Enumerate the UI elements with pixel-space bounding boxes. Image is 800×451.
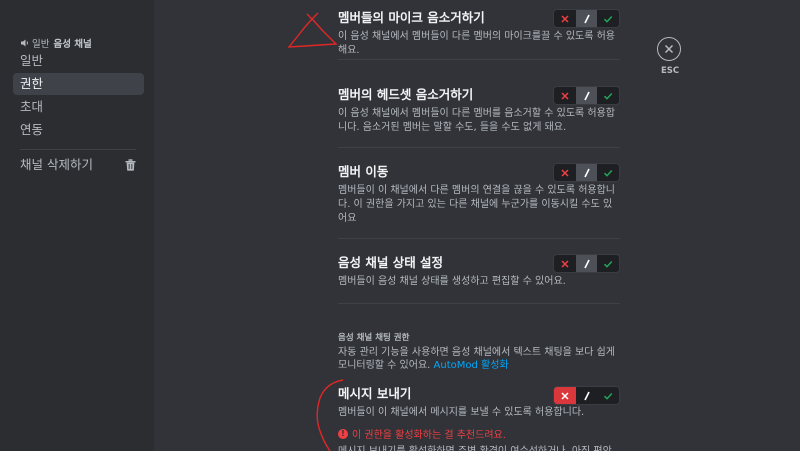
x-icon (561, 391, 569, 400)
x-icon (561, 259, 569, 268)
check-icon (604, 169, 613, 177)
allow-button[interactable] (597, 255, 619, 272)
permission-extra-description: 메시지 보내기를 활성화하면 주변 환경이 여수선하거나, 아직 편안 (338, 442, 620, 451)
neutral-button[interactable] (575, 10, 598, 27)
automod-link[interactable]: AutoMod 활성화 (434, 360, 509, 371)
close-button[interactable] (657, 37, 681, 61)
trash-icon (125, 159, 136, 171)
neutral-button[interactable] (575, 164, 598, 181)
section-header: 음성 채널 채팅 권한 (338, 333, 410, 343)
sidebar-item-integrations[interactable]: 연동 (13, 119, 144, 141)
check-icon (604, 92, 613, 100)
close-icon (664, 44, 674, 54)
permission-description: 이 음성 채널에서 멤버들이 다른 멤버의 마이크를끌 수 있도록 허용해요. (338, 31, 616, 56)
x-icon (561, 91, 569, 100)
row-divider (338, 147, 620, 148)
permission-description: 멤버들이 이 채널에서 다른 멤버의 연결을 끊을 수 있도록 허용합니다. 이… (338, 185, 616, 224)
allow-button[interactable] (597, 387, 619, 404)
allow-button[interactable] (597, 164, 619, 181)
sidebar-item-label: 연동 (20, 122, 44, 137)
sidebar-item-label: 초대 (20, 99, 44, 114)
deny-button[interactable] (554, 10, 576, 27)
slash-icon (583, 168, 590, 177)
warning-icon: ! (338, 428, 348, 439)
sidebar-item-label: 권한 (20, 76, 44, 91)
permission-toggle-mute-members[interactable] (553, 9, 620, 28)
row-divider (338, 303, 620, 304)
neutral-button[interactable] (575, 87, 598, 104)
x-icon (561, 168, 569, 177)
x-icon (561, 14, 569, 23)
permission-toggle-deafen-members[interactable] (553, 86, 620, 105)
section-description: 자동 관리 기능을 사용하면 음성 채널에서 텍스트 채팅을 보다 쉽게 모니터… (338, 346, 620, 372)
deny-button[interactable] (554, 255, 576, 272)
permission-description: 이 음성 채널에서 멤버들이 다른 멤버를 음소거할 수 있도록 허용합니다. … (338, 108, 616, 133)
annotation-triangle (287, 12, 338, 48)
deny-button[interactable] (554, 387, 576, 404)
permission-toggle-send-messages[interactable] (553, 386, 620, 405)
allow-button[interactable] (597, 10, 619, 27)
permission-warning: ! 이 권한을 활성화하는 걸 추천드려요. (338, 426, 506, 441)
warning-text: 이 권한을 활성화하는 걸 추천드려요. (352, 430, 506, 441)
row-divider (338, 59, 620, 60)
sidebar-item-invites[interactable]: 초대 (13, 96, 144, 118)
permission-toggle-voice-status[interactable] (553, 254, 620, 273)
slash-icon (583, 14, 590, 23)
speaker-icon (21, 39, 28, 47)
slash-icon (583, 91, 590, 100)
check-icon (604, 15, 613, 23)
permission-toggle-move-members[interactable] (553, 163, 620, 182)
delete-channel-label: 채널 삭제하기 (20, 157, 93, 172)
deny-button[interactable] (554, 87, 576, 104)
neutral-button[interactable] (575, 255, 598, 272)
sidebar-item-label: 일반 (20, 53, 44, 68)
sidebar-header-prefix: 일반 (32, 39, 50, 50)
deny-button[interactable] (554, 164, 576, 181)
sidebar-channel-header: 일반 음성 채널 (20, 36, 92, 50)
neutral-button[interactable] (576, 387, 598, 404)
row-divider (338, 238, 620, 239)
close-label: ESC (661, 66, 680, 76)
check-icon (604, 260, 613, 268)
sidebar-divider (20, 149, 136, 150)
permission-description: 멤버들이 음성 채널 상태를 생성하고 편집할 수 있어요. (338, 276, 566, 287)
slash-icon (583, 259, 590, 268)
slash-icon (583, 391, 590, 400)
permission-description: 멤버들이 이 채널에서 메시지를 보낼 수 있도록 허용합니다. (338, 407, 585, 418)
check-icon (604, 392, 613, 400)
sidebar-item-general[interactable]: 일반 (13, 50, 144, 72)
settings-sidebar: 일반 음성 채널 일반 권한 초대 연동 채널 삭제하기 (0, 0, 154, 451)
sidebar-header-channel: 음성 채널 (53, 39, 92, 50)
sidebar-item-permissions[interactable]: 권한 (13, 73, 144, 95)
allow-button[interactable] (597, 87, 619, 104)
